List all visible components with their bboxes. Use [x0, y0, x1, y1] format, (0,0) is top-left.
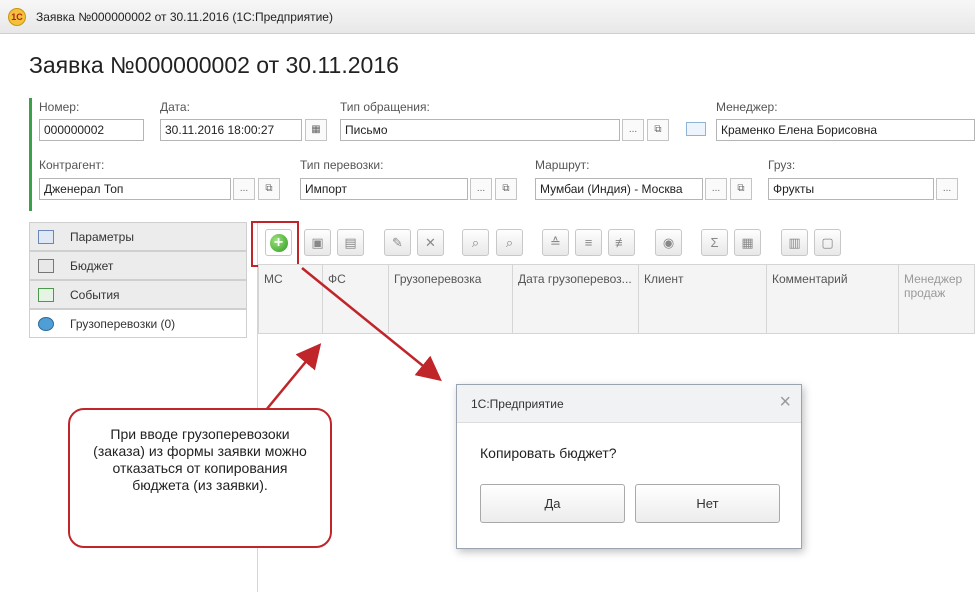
yes-button[interactable]: Да — [480, 484, 625, 523]
close-icon[interactable]: × — [779, 391, 791, 414]
arrow-to-dialog — [301, 267, 442, 382]
dialog-header: 1С:Предприятие × — [457, 385, 801, 423]
no-button[interactable]: Нет — [635, 484, 780, 523]
dialog-message: Копировать бюджет? — [480, 445, 617, 461]
annotation-callout: При вводе грузоперевозоки (заказа) из фо… — [68, 408, 332, 548]
copy-budget-dialog: 1С:Предприятие × Копировать бюджет? Да Н… — [456, 384, 802, 549]
dialog-title: 1С:Предприятие — [471, 397, 564, 411]
arrow-from-callout — [265, 343, 322, 411]
